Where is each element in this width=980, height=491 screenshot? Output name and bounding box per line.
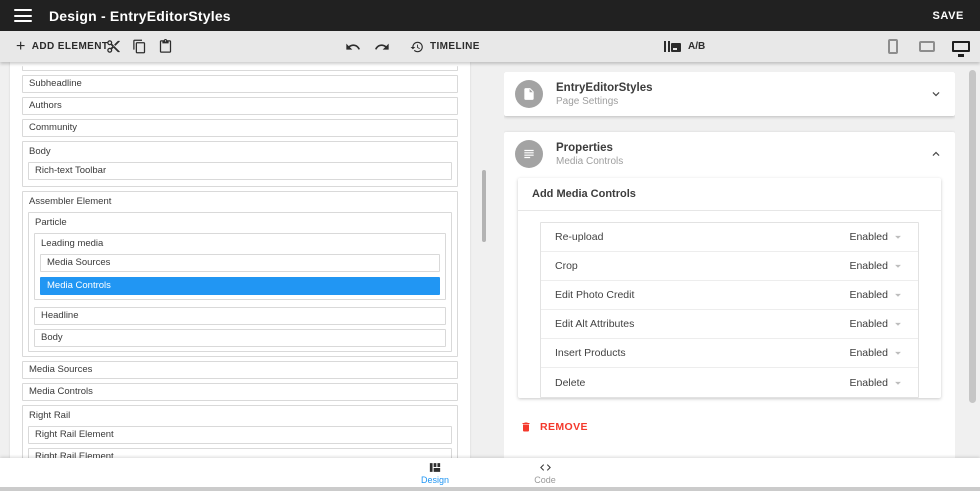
- tree-item[interactable]: Media Controls: [22, 383, 458, 401]
- tree-item[interactable]: Right Rail Element: [28, 448, 452, 458]
- tree-group-assembler[interactable]: Assembler Element Particle Leading media…: [22, 191, 458, 357]
- clipped-tree-item[interactable]: [22, 66, 458, 71]
- tree-group-label: Leading media: [41, 238, 440, 249]
- save-button[interactable]: SAVE: [932, 10, 964, 22]
- tree-group-leading-media[interactable]: Leading media Media Sources Media Contro…: [34, 233, 446, 300]
- tree-scrollbar-thumb[interactable]: [482, 170, 486, 242]
- properties-list-icon: [515, 140, 543, 168]
- property-row: Edit Alt Attributes Enabled: [541, 310, 918, 339]
- tree-item[interactable]: Rich-text Toolbar: [28, 162, 452, 180]
- tree-item[interactable]: Body: [34, 329, 446, 347]
- property-row: Delete Enabled: [541, 368, 918, 397]
- page-icon: [515, 80, 543, 108]
- editor-toolbar: + ADD ELEMENT TIMELINE A/B: [0, 31, 980, 62]
- code-icon: [538, 461, 553, 474]
- dropdown-caret-icon: [891, 230, 905, 244]
- ab-variants-icon: [664, 41, 681, 52]
- remove-button[interactable]: REMOVE: [520, 420, 588, 434]
- media-controls-list: Re-upload Enabled Crop Enabled: [540, 222, 919, 398]
- tree-item[interactable]: Community: [22, 119, 458, 137]
- paste-icon[interactable]: [158, 39, 173, 54]
- inspector-scrollbar-thumb[interactable]: [969, 70, 976, 403]
- chevron-down-icon[interactable]: [929, 87, 943, 101]
- dropdown-caret-icon: [891, 288, 905, 302]
- timeline-button[interactable]: TIMELINE: [410, 40, 480, 54]
- tree-item[interactable]: Subheadline: [22, 75, 458, 93]
- tree-group-label: Particle: [35, 217, 446, 228]
- properties-title: Properties: [556, 142, 623, 154]
- edit-photo-credit-select[interactable]: Enabled: [849, 288, 905, 302]
- page-settings-card: EntryEditorStyles Page Settings: [504, 72, 955, 116]
- inspector-scrollbar: [969, 62, 977, 458]
- tab-code[interactable]: Code: [515, 461, 575, 485]
- tree-item[interactable]: Authors: [22, 97, 458, 115]
- page-settings-title: EntryEditorStyles: [556, 82, 653, 94]
- property-label: Re-upload: [555, 231, 603, 243]
- tree-item[interactable]: Media Sources: [40, 254, 440, 272]
- page-title: Design - EntryEditorStyles: [49, 8, 231, 24]
- tree-group-particle[interactable]: Particle Leading media Media Sources Med…: [28, 212, 452, 352]
- delete-select[interactable]: Enabled: [849, 376, 905, 390]
- page-settings-subtitle: Page Settings: [556, 96, 653, 107]
- tree-group-label: Assembler Element: [29, 196, 452, 207]
- property-row: Crop Enabled: [541, 252, 918, 281]
- dropdown-caret-icon: [891, 259, 905, 273]
- property-row: Insert Products Enabled: [541, 339, 918, 368]
- add-element-label: ADD ELEMENT: [32, 41, 109, 52]
- tablet-preview-icon[interactable]: [916, 36, 938, 58]
- dropdown-caret-icon: [891, 346, 905, 360]
- property-label: Edit Alt Attributes: [555, 318, 634, 330]
- property-label: Edit Photo Credit: [555, 289, 634, 301]
- edit-alt-attributes-select[interactable]: Enabled: [849, 317, 905, 331]
- history-icon: [410, 40, 424, 54]
- copy-icon[interactable]: [132, 39, 147, 54]
- property-row: Re-upload Enabled: [541, 223, 918, 252]
- cut-icon[interactable]: [106, 39, 121, 54]
- property-row: Edit Photo Credit Enabled: [541, 281, 918, 310]
- inspector-panel: EntryEditorStyles Page Settings Properti…: [504, 72, 955, 458]
- crop-select[interactable]: Enabled: [849, 259, 905, 273]
- tab-design[interactable]: Design: [405, 461, 465, 485]
- tree-item-selected[interactable]: Media Controls: [40, 277, 440, 295]
- tree-item[interactable]: Headline: [34, 307, 446, 325]
- content-area: Subheadline Authors Community Body Rich-…: [0, 62, 980, 458]
- properties-subtitle: Media Controls: [556, 156, 623, 167]
- dropdown-caret-icon: [891, 376, 905, 390]
- redo-icon[interactable]: [374, 39, 390, 55]
- add-element-button[interactable]: + ADD ELEMENT: [16, 40, 108, 54]
- layout-tree-panel: Subheadline Authors Community Body Rich-…: [10, 62, 470, 458]
- phone-preview-icon[interactable]: [882, 36, 904, 58]
- view-switcher-bar: Design Code: [0, 458, 980, 491]
- page-settings-header[interactable]: EntryEditorStyles Page Settings: [504, 72, 955, 116]
- design-grid-icon: [428, 461, 442, 474]
- undo-icon[interactable]: [345, 39, 361, 55]
- tree-group-label: Body: [29, 146, 452, 157]
- desktop-preview-icon[interactable]: [950, 36, 972, 58]
- ab-test-button[interactable]: A/B: [664, 41, 705, 52]
- property-label: Crop: [555, 260, 578, 272]
- top-app-bar: Design - EntryEditorStyles SAVE: [0, 0, 980, 31]
- property-label: Insert Products: [555, 347, 626, 359]
- tree-group-label: Right Rail: [29, 410, 452, 421]
- add-media-controls-section: Add Media Controls Re-upload Enabled Cro…: [518, 178, 941, 398]
- dropdown-caret-icon: [891, 317, 905, 331]
- tree-item[interactable]: Media Sources: [22, 361, 458, 379]
- property-label: Delete: [555, 377, 585, 389]
- tree-group-body[interactable]: Body Rich-text Toolbar: [22, 141, 458, 187]
- insert-products-select[interactable]: Enabled: [849, 346, 905, 360]
- trash-icon: [520, 420, 532, 434]
- reupload-select[interactable]: Enabled: [849, 230, 905, 244]
- ab-label: A/B: [688, 41, 705, 52]
- menu-icon[interactable]: [14, 9, 32, 22]
- tree-item[interactable]: Right Rail Element: [28, 426, 452, 444]
- tree-scrollbar: [482, 62, 486, 458]
- tree-group-right-rail[interactable]: Right Rail Right Rail Element Right Rail…: [22, 405, 458, 458]
- plus-icon: +: [16, 40, 26, 54]
- properties-card: Properties Media Controls Add Media Cont…: [504, 132, 955, 458]
- properties-header[interactable]: Properties Media Controls: [504, 132, 955, 176]
- section-title: Add Media Controls: [518, 178, 941, 211]
- chevron-up-icon[interactable]: [929, 147, 943, 161]
- timeline-label: TIMELINE: [430, 41, 480, 52]
